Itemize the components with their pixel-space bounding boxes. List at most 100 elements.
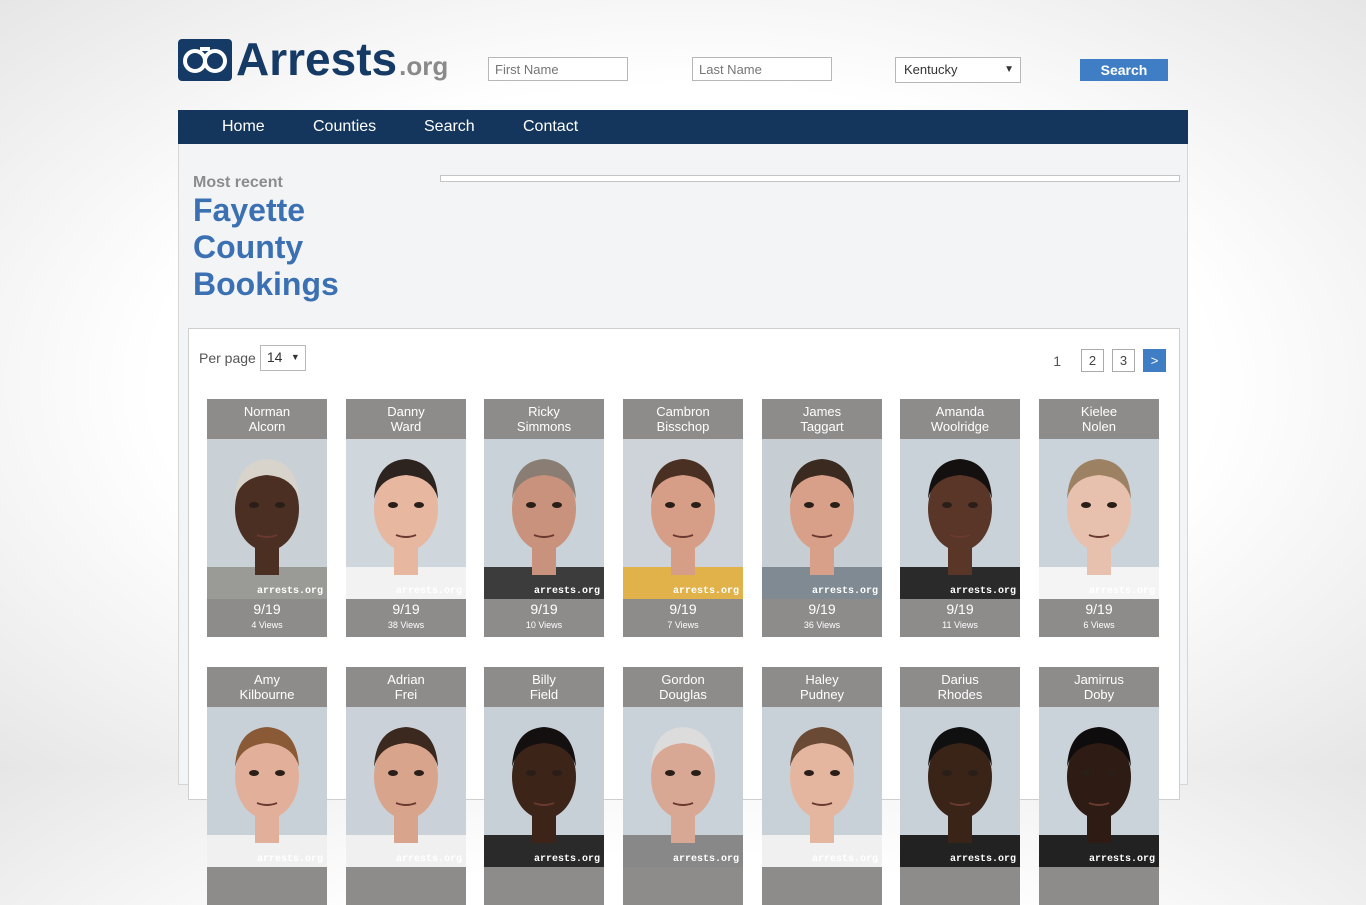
next-page-button[interactable]: >	[1143, 349, 1166, 372]
page-subtitle: Most recent	[193, 174, 283, 191]
pagination: 1 2 3 >	[1053, 349, 1166, 372]
current-page: 1	[1053, 352, 1061, 369]
page-title: Fayette County Bookings	[193, 192, 393, 303]
booking-name: James Taggart	[762, 399, 882, 439]
booking-card[interactable]: James Taggart arrests.org 9/19 36 Views	[762, 399, 882, 637]
booking-last-name: Field	[529, 687, 559, 702]
booking-name: Kielee Nolen	[1039, 399, 1159, 439]
logo-suffix: .org	[399, 51, 449, 81]
mugshot-photo[interactable]: arrests.org	[346, 707, 466, 867]
booking-name: Amanda Woolridge	[900, 399, 1020, 439]
photo-watermark: arrests.org	[811, 854, 878, 865]
mugshot-photo[interactable]: arrests.org	[900, 707, 1020, 867]
booking-last-name: Pudney	[799, 687, 845, 702]
mugshot-photo[interactable]: arrests.org	[484, 439, 604, 599]
per-page-select[interactable]: 14 ▼	[259, 345, 306, 371]
booking-first-name: Haley	[805, 672, 839, 687]
page-link-3[interactable]: 3	[1112, 349, 1135, 372]
chevron-down-icon: ▼	[1004, 64, 1014, 75]
site-logo[interactable]: Arrests .org	[178, 35, 449, 82]
photo-watermark: arrests.org	[1088, 854, 1155, 865]
booking-first-name: Amanda	[935, 404, 985, 419]
mugshot-photo[interactable]: arrests.org	[762, 439, 882, 599]
booking-first-name: Danny	[387, 404, 425, 419]
booking-last-name: Simmons	[516, 419, 572, 434]
booking-last-name: Doby	[1083, 687, 1115, 702]
chevron-down-icon: ▼	[290, 352, 300, 362]
mugshot-photo[interactable]: arrests.org	[762, 707, 882, 867]
booking-views: 38 Views	[387, 620, 425, 630]
nav-search[interactable]: Search	[424, 110, 475, 143]
mugshot-photo[interactable]: arrests.org	[1039, 707, 1159, 867]
booking-first-name: Adrian	[387, 672, 425, 687]
booking-card[interactable]: Kielee Nolen arrests.org 9/19 6 Views	[1039, 399, 1159, 637]
booking-card[interactable]: Norman Alcorn arrests.org 9/19 4 Views	[207, 399, 327, 637]
booking-last-name: Rhodes	[937, 687, 983, 702]
page-title-line: Fayette	[193, 192, 306, 228]
booking-name: Danny Ward	[346, 399, 466, 439]
main-nav: Home Counties Search Contact	[178, 110, 1188, 144]
booking-name: Billy Field	[484, 667, 604, 707]
mugshot-photo[interactable]: arrests.org	[207, 707, 327, 867]
mugshot-photo[interactable]: arrests.org	[623, 439, 743, 599]
booking-card[interactable]: Amanda Woolridge arrests.org 9/19 11 Views	[900, 399, 1020, 637]
booking-card[interactable]: Haley Pudney arrests.org	[762, 667, 882, 905]
booking-card[interactable]: Darius Rhodes arrests.org	[900, 667, 1020, 905]
mugshot-photo[interactable]: arrests.org	[207, 439, 327, 599]
photo-watermark: arrests.org	[949, 854, 1016, 865]
booking-last-name: Alcorn	[248, 419, 286, 434]
booking-first-name: Norman	[243, 404, 291, 419]
booking-date: 9/19	[530, 601, 558, 617]
booking-first-name: Darius	[941, 672, 979, 687]
booking-first-name: Billy	[532, 672, 556, 687]
booking-last-name: Bisschop	[656, 419, 710, 434]
booking-card[interactable]: Amy Kilbourne arrests.org	[207, 667, 327, 905]
booking-last-name: Douglas	[659, 687, 707, 702]
booking-card[interactable]: Gordon Douglas arrests.org	[623, 667, 743, 905]
per-page-value: 14	[266, 349, 283, 365]
per-page-label: Per page	[199, 350, 256, 366]
mugshot-photo[interactable]: arrests.org	[1039, 439, 1159, 599]
mugshot-photo[interactable]: arrests.org	[900, 439, 1020, 599]
search-button[interactable]: Search	[1080, 59, 1168, 81]
booking-date: 9/19	[1085, 601, 1113, 617]
mugshot-photo[interactable]: arrests.org	[623, 707, 743, 867]
booking-views: 36 Views	[803, 620, 841, 630]
site-header: Arrests .org Kentucky ▼ Search	[178, 30, 1188, 94]
booking-views: 10 Views	[525, 620, 563, 630]
booking-card[interactable]: Ricky Simmons arrests.org 9/19 10 Views	[484, 399, 604, 637]
mugshot-photo[interactable]: arrests.org	[484, 707, 604, 867]
mugshot-photo[interactable]: arrests.org	[346, 439, 466, 599]
nav-home[interactable]: Home	[222, 110, 265, 143]
booking-last-name: Woolridge	[930, 419, 990, 434]
booking-card[interactable]: Cambron Bisschop arrests.org 9/19 7 Views	[623, 399, 743, 637]
booking-date: 9/19	[253, 601, 281, 617]
booking-card[interactable]: Jamirrus Doby arrests.org	[1039, 667, 1159, 905]
page-link-2[interactable]: 2	[1081, 349, 1104, 372]
booking-first-name: Jamirrus	[1074, 672, 1124, 687]
state-select-value: Kentucky	[904, 62, 958, 77]
booking-card[interactable]: Danny Ward arrests.org 9/19 38 Views	[346, 399, 466, 637]
bookings-panel: Per page 14 ▼ 1 2 3 > Norman Alcorn arrest…	[188, 328, 1180, 905]
last-name-input[interactable]	[692, 57, 832, 81]
photo-watermark: arrests.org	[949, 586, 1016, 597]
page-title-line: Bookings	[193, 266, 339, 302]
booking-last-name: Nolen	[1082, 419, 1116, 434]
page-title-line: County	[193, 229, 304, 265]
photo-watermark: arrests.org	[672, 854, 739, 865]
nav-counties[interactable]: Counties	[313, 110, 376, 143]
main-content: Most recent Fayette County Bookings Per …	[178, 144, 1188, 905]
first-name-input[interactable]	[488, 57, 628, 81]
booking-card[interactable]: Billy Field arrests.org	[484, 667, 604, 905]
photo-watermark: arrests.org	[811, 586, 878, 597]
nav-contact[interactable]: Contact	[523, 110, 578, 143]
booking-name: Jamirrus Doby	[1039, 667, 1159, 707]
state-select[interactable]: Kentucky ▼	[895, 57, 1021, 83]
booking-views: 11 Views	[942, 620, 978, 630]
booking-name: Cambron Bisschop	[623, 399, 743, 439]
booking-last-name: Ward	[390, 419, 422, 434]
booking-date: 9/19	[808, 601, 836, 617]
booking-card[interactable]: Adrian Frei arrests.org	[346, 667, 466, 905]
photo-watermark: arrests.org	[533, 854, 600, 865]
booking-last-name: Frei	[394, 687, 418, 702]
